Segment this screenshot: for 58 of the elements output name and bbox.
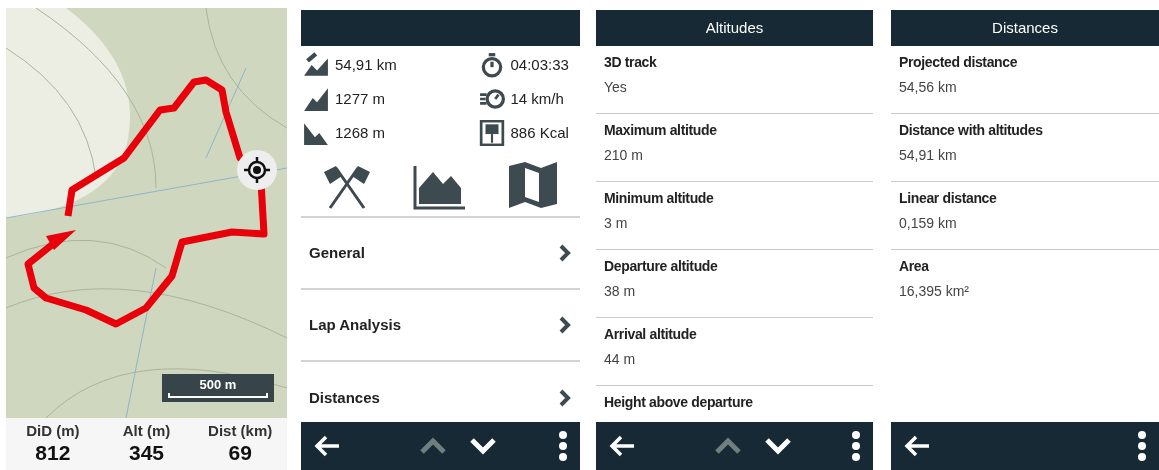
detail-label: Minimum altitude (604, 189, 715, 208)
stat-value: 886 Kcal (510, 122, 569, 143)
more-options-icon (558, 430, 568, 462)
chevron-down-icon (764, 436, 792, 456)
chevron-up-icon (419, 436, 447, 456)
stat-value: 1277 m (335, 88, 386, 109)
detail-label: Linear distance (899, 189, 998, 208)
screen-title: Altitudes (705, 17, 764, 38)
more-options-icon (851, 430, 861, 462)
detail-value: 16,395 km² (899, 282, 971, 301)
detail-label: 3D track (604, 53, 658, 72)
detail-value: 54,56 km (899, 78, 958, 97)
detail-value: Yes (604, 78, 628, 97)
stat-value: 54,91 km (335, 54, 397, 75)
field-label: DiD (m) (26, 421, 80, 441)
elevation-profile-icon[interactable] (413, 166, 466, 210)
detail-label: Arrival altitude (604, 325, 698, 344)
detail-label: Maximum altitude (604, 121, 718, 140)
scale-label: 500 m (199, 378, 237, 391)
detail-value: 54,91 km (899, 146, 958, 165)
topographic-map[interactable] (6, 8, 287, 418)
field-value: 345 (128, 440, 164, 467)
scale-icon (478, 120, 505, 146)
detail-label: Area (899, 257, 930, 276)
detail-value: 44 m (604, 350, 637, 369)
chevron-right-icon (558, 315, 572, 335)
detail-label: Projected distance (899, 53, 1019, 72)
detail-label: Distance with altitudes (899, 121, 1044, 140)
terrain-distance-icon (303, 52, 329, 78)
screen-title: Distances (992, 17, 1058, 38)
detail-value: 0,159 km (899, 214, 958, 233)
speedometer-icon (478, 86, 505, 112)
detail-value: 210 m (604, 146, 644, 165)
chevron-up-icon (714, 436, 742, 456)
menu-item[interactable]: General (301, 218, 580, 290)
field-label: Alt (m) (122, 421, 171, 441)
field-label: Dist (km) (208, 421, 273, 441)
detail-value: 38 m (604, 282, 637, 301)
menu-item[interactable]: Distances (301, 362, 580, 422)
chevron-right-icon (558, 243, 572, 263)
back-arrow-icon (903, 434, 931, 458)
chevron-down-icon (469, 436, 497, 456)
menu-item[interactable]: Lap Analysis (301, 290, 580, 362)
detail-label: Departure altitude (604, 257, 719, 276)
detail-label: Height above departure (604, 393, 754, 412)
stat-value: 1268 m (335, 122, 386, 143)
field-value: 69 (228, 440, 252, 467)
back-arrow-icon (608, 434, 636, 458)
chevron-right-icon (558, 388, 572, 408)
folded-map-icon[interactable] (507, 160, 560, 210)
stat-value: 04:03:33 (510, 54, 569, 75)
ascent-icon (303, 86, 329, 112)
position-arrow-icon (46, 230, 76, 250)
more-options-icon (1137, 430, 1147, 462)
stat-value: 14 km/h (510, 88, 564, 109)
back-arrow-icon (313, 434, 341, 458)
detail-value: 3 m (604, 214, 629, 233)
field-value: 812 (35, 440, 71, 467)
